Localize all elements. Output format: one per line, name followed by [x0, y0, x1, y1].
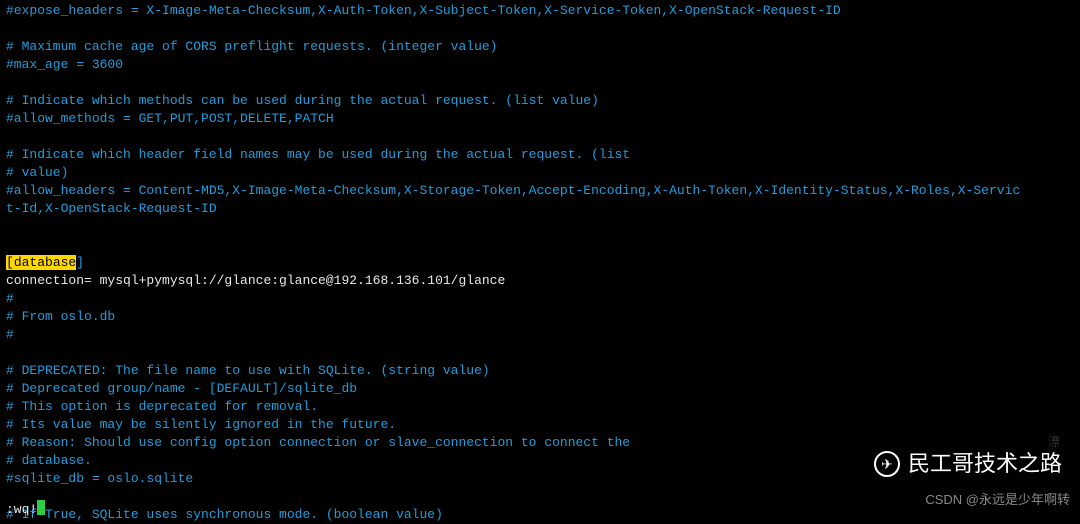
code-line[interactable]: # Deprecated group/name - [DEFAULT]/sqli…	[6, 380, 1074, 398]
watermark-sub: CSDN @永远是少年啊转	[925, 491, 1070, 509]
code-line[interactable]: # Maximum cache age of CORS preflight re…	[6, 38, 1074, 56]
vim-command-line[interactable]: :wq!	[6, 500, 45, 519]
code-line[interactable]: # From oslo.db	[6, 308, 1074, 326]
watermark-faint: 漂	[1048, 433, 1060, 451]
vim-command-text: :wq!	[6, 502, 37, 517]
wechat-icon: ✈	[874, 451, 900, 477]
code-line[interactable]: # If True, SQLite uses synchronous mode.…	[6, 506, 1074, 524]
bracket-open: [	[6, 255, 14, 270]
bracket-close: ]	[76, 255, 84, 270]
code-line[interactable]: #	[6, 326, 1074, 344]
code-line[interactable]: #max_age = 3600	[6, 56, 1074, 74]
code-line[interactable]: #allow_headers = Content-MD5,X-Image-Met…	[6, 182, 1074, 200]
editor-content-top[interactable]: #expose_headers = X-Image-Meta-Checksum,…	[6, 2, 1074, 254]
section-name: database	[14, 255, 76, 270]
watermark-main: ✈ 民工哥技术之路	[874, 451, 1062, 477]
code-line[interactable]	[6, 488, 1074, 506]
code-line[interactable]	[6, 344, 1074, 362]
code-line[interactable]: connection= mysql+pymysql://glance:glanc…	[6, 272, 1074, 290]
code-line[interactable]	[6, 236, 1074, 254]
code-line[interactable]	[6, 128, 1074, 146]
code-line[interactable]	[6, 20, 1074, 38]
section-header-line[interactable]: [database]	[6, 254, 1074, 272]
code-line[interactable]: # Its value may be silently ignored in t…	[6, 416, 1074, 434]
code-line[interactable]: # DEPRECATED: The file name to use with …	[6, 362, 1074, 380]
code-line[interactable]: #expose_headers = X-Image-Meta-Checksum,…	[6, 2, 1074, 20]
code-line[interactable]: # Reason: Should use config option conne…	[6, 434, 1074, 452]
code-line[interactable]: # Indicate which header field names may …	[6, 146, 1074, 164]
cursor-block-icon	[37, 500, 45, 515]
editor-content-bottom[interactable]: connection= mysql+pymysql://glance:glanc…	[6, 272, 1074, 524]
code-line[interactable]: # Indicate which methods can be used dur…	[6, 92, 1074, 110]
code-line[interactable]: t-Id,X-OpenStack-Request-ID	[6, 200, 1074, 218]
code-line[interactable]	[6, 218, 1074, 236]
watermark-main-text: 民工哥技术之路	[908, 455, 1062, 473]
code-line[interactable]: #	[6, 290, 1074, 308]
code-line[interactable]	[6, 74, 1074, 92]
code-line[interactable]: #allow_methods = GET,PUT,POST,DELETE,PAT…	[6, 110, 1074, 128]
code-line[interactable]: # This option is deprecated for removal.	[6, 398, 1074, 416]
code-line[interactable]: # value)	[6, 164, 1074, 182]
